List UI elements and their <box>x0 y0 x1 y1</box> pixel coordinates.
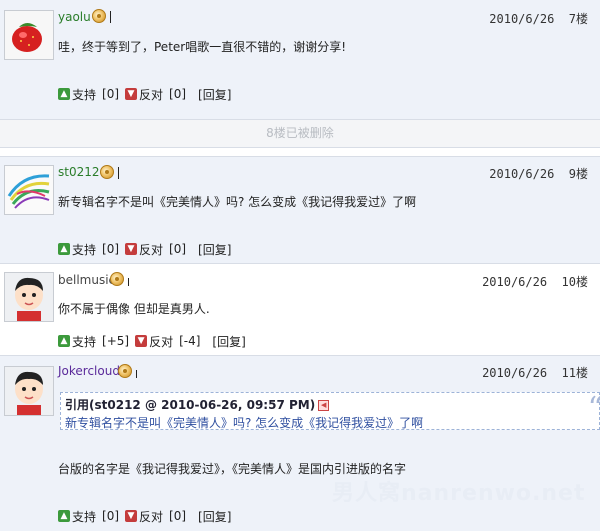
post-actions: ▲ 支持 [0] ▼ 反对 [0] [回复] <box>58 86 231 103</box>
user-medal-icon <box>110 272 124 286</box>
thumbs-up-icon[interactable]: ▲ <box>58 510 70 522</box>
post-date: 2010/6/26 <box>489 167 555 181</box>
deleted-post-notice: 8楼已被删除 <box>0 119 600 148</box>
reply-link[interactable]: [回复] <box>198 86 231 103</box>
user-medal-icon <box>118 364 132 378</box>
user-avatar[interactable] <box>4 272 54 322</box>
reply-link[interactable]: [回复] <box>198 508 231 525</box>
user-avatar[interactable] <box>4 165 54 215</box>
support-button[interactable]: 支持 <box>72 86 96 103</box>
post-meta: 2010/6/26 10楼 <box>482 273 588 290</box>
user-medal-icon <box>92 9 106 23</box>
thumbs-up-icon[interactable]: ▲ <box>58 243 70 255</box>
oppose-count: [0] <box>169 87 187 101</box>
thumbs-up-icon[interactable]: ▲ <box>58 335 70 347</box>
post-date: 2010/6/26 <box>489 12 555 26</box>
post-floor-7: yaolu 2010/6/26 7楼 哇，终于等到了，Peter唱歌一直很不错的… <box>0 0 600 119</box>
floor-number: 9楼 <box>568 167 588 181</box>
support-button[interactable]: 支持 <box>72 241 96 258</box>
post-message: 你不属于偶像 但却是真男人. <box>58 302 210 316</box>
support-count: [0] <box>102 509 120 523</box>
support-button[interactable]: 支持 <box>72 333 96 350</box>
thumbs-up-icon[interactable]: ▲ <box>58 88 70 100</box>
quote-block: 引用(st0212 @ 2010-06-26, 09:57 PM) ◀ 新专辑名字… <box>60 391 600 430</box>
reply-link[interactable]: [回复] <box>212 333 245 350</box>
user-avatar[interactable] <box>4 10 54 60</box>
oppose-count: [0] <box>169 509 187 523</box>
thumbs-down-icon[interactable]: ▼ <box>135 335 148 347</box>
thumbs-down-icon[interactable]: ▼ <box>125 243 138 255</box>
user-medal-icon <box>100 165 114 179</box>
floor-number: 7楼 <box>568 12 588 26</box>
post-date: 2010/6/26 <box>482 366 548 380</box>
post-meta: 2010/6/26 9楼 <box>489 165 588 182</box>
post-actions: ▲ 支持 [0] ▼ 反对 [0] [回复] <box>58 241 231 258</box>
username[interactable]: Jokercloud <box>58 364 120 378</box>
username[interactable]: st0212 <box>58 165 100 179</box>
post-meta: 2010/6/26 11楼 <box>482 364 588 381</box>
post-actions: ▲ 支持 [0] ▼ 反对 [0] [回复] <box>58 508 231 525</box>
support-button[interactable]: 支持 <box>72 508 96 525</box>
text-cursor <box>110 11 111 23</box>
post-floor-9: st0212 2010/6/26 9楼 新专辑名字不是叫《完美情人》吗? 怎么变… <box>0 156 600 263</box>
support-count: [+5] <box>102 334 130 348</box>
quote-header: 引用(st0212 @ 2010-06-26, 09:57 PM) ◀ <box>65 396 330 413</box>
post-floor-10: bellmusic 2010/6/26 10楼 你不属于偶像 但却是真男人. ▲… <box>0 263 600 355</box>
oppose-button[interactable]: 反对 <box>139 241 163 258</box>
thumbs-down-icon[interactable]: ▼ <box>125 88 138 100</box>
post-message: 哇，终于等到了，Peter唱歌一直很不错的，谢谢分享! <box>58 40 347 54</box>
support-count: [0] <box>102 242 120 256</box>
oppose-button[interactable]: 反对 <box>139 508 163 525</box>
oppose-button[interactable]: 反对 <box>139 86 163 103</box>
support-count: [0] <box>102 87 120 101</box>
floor-number: 10楼 <box>561 275 588 289</box>
oppose-count: [0] <box>169 242 187 256</box>
text-cursor <box>128 278 129 286</box>
reply-link[interactable]: [回复] <box>198 241 231 258</box>
username[interactable]: bellmusic <box>58 273 115 287</box>
floor-number: 11楼 <box>561 366 588 380</box>
text-cursor <box>136 370 137 378</box>
oppose-button[interactable]: 反对 <box>149 333 173 350</box>
post-date: 2010/6/26 <box>482 275 548 289</box>
quote-text: 新专辑名字不是叫《完美情人》吗? 怎么变成《我记得我爱过》了啊 <box>65 416 424 430</box>
quote-header-text: 引用(st0212 @ 2010-06-26, 09:57 PM) <box>65 398 316 412</box>
thumbs-down-icon[interactable]: ▼ <box>125 510 138 522</box>
quote-mark-icon: “ <box>588 391 600 426</box>
oppose-count: [-4] <box>179 334 201 348</box>
user-avatar[interactable] <box>4 366 54 416</box>
username[interactable]: yaolu <box>58 10 91 24</box>
text-cursor <box>118 167 119 179</box>
post-meta: 2010/6/26 7楼 <box>489 10 588 27</box>
post-actions: ▲ 支持 [+5] ▼ 反对 [-4] [回复] <box>58 333 246 350</box>
watermark: 男人窝nanrenwo.net <box>332 481 586 506</box>
back-arrow-icon[interactable]: ◀ <box>318 400 330 411</box>
post-message: 新专辑名字不是叫《完美情人》吗? 怎么变成《我记得我爱过》了啊 <box>58 195 417 209</box>
